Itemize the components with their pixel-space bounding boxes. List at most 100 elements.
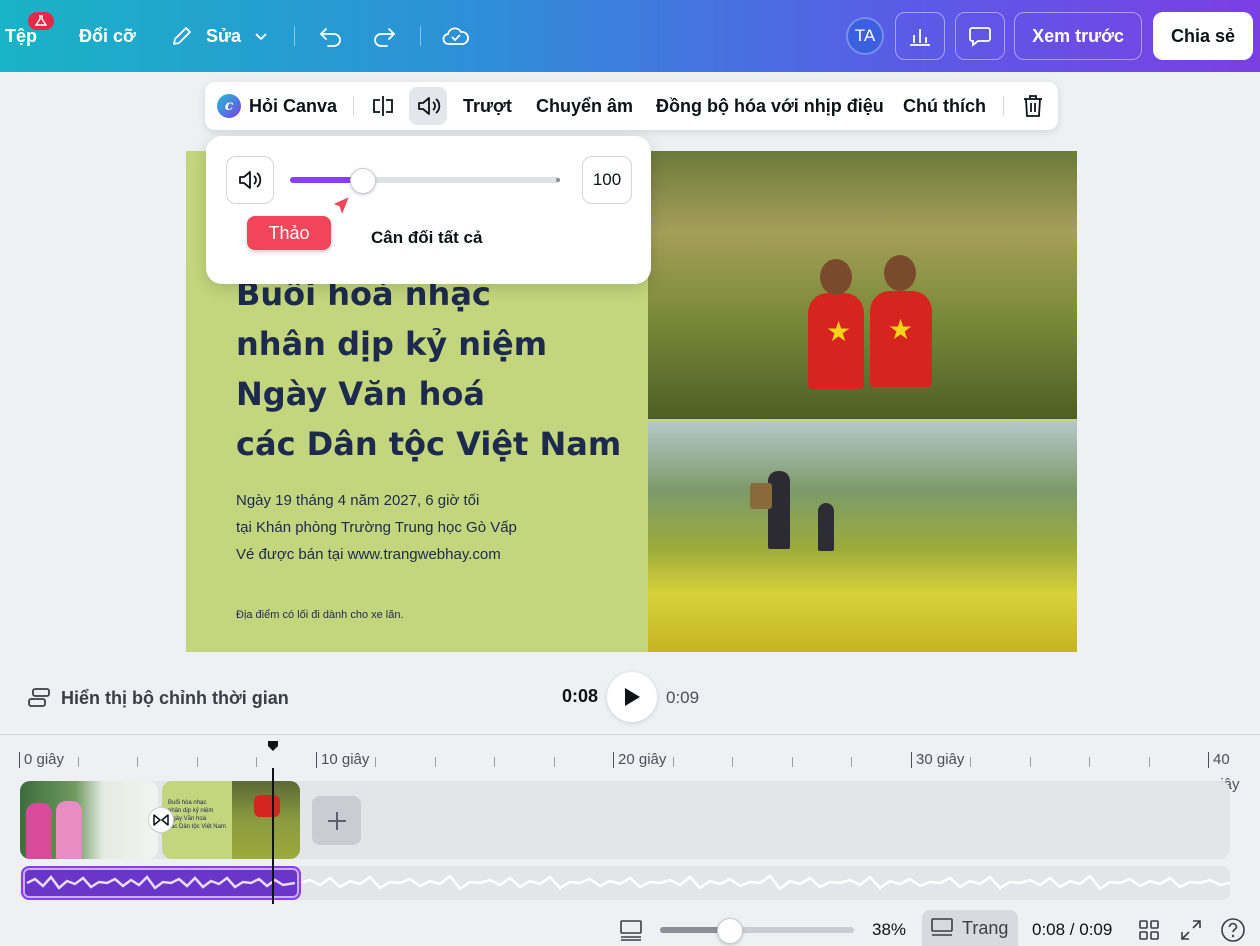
thumbnail-line: các Dân tộc Việt Nam — [168, 824, 226, 830]
video-clip-2[interactable]: Buổi hòa nhạc nhân dịp kỷ niệm Ngày Văn … — [162, 781, 300, 859]
ruler-label: 20 giây — [618, 751, 667, 768]
ruler-tick — [494, 757, 495, 767]
fullscreen-button[interactable] — [1177, 916, 1205, 944]
caption-button[interactable]: Chú thích — [903, 82, 986, 130]
design-title[interactable]: Buổi hoà nhạc nhân dịp kỷ niệm Ngày Văn … — [236, 269, 621, 469]
ask-canva-label: Hỏi Canva — [249, 95, 338, 116]
title-line: Ngày Văn hoá — [236, 375, 485, 413]
ruler-tick — [435, 757, 436, 767]
volume-value-input[interactable]: 100 — [582, 156, 632, 204]
playhead-line[interactable] — [272, 768, 274, 904]
comments-button[interactable] — [955, 12, 1005, 60]
grid-view-button[interactable] — [1135, 916, 1163, 944]
audio-waveform — [300, 874, 1230, 891]
canva-logo-icon: c — [217, 94, 241, 118]
ruler-tick — [197, 757, 198, 767]
woman-figure — [768, 471, 790, 549]
divider — [353, 96, 354, 116]
preview-button[interactable]: Xem trước — [1014, 12, 1142, 60]
person-figure — [56, 801, 82, 859]
redo-icon — [374, 28, 396, 47]
page-view-button[interactable]: Trang — [922, 910, 1018, 946]
ruler-label: 10 giây — [321, 751, 370, 768]
child-head — [884, 255, 916, 291]
delete-button[interactable] — [1022, 82, 1044, 130]
help-button[interactable] — [1219, 916, 1247, 944]
edit-menu[interactable]: Sửa — [170, 0, 269, 72]
add-clip-button[interactable] — [312, 796, 361, 845]
zoom-slider-track[interactable] — [660, 927, 854, 933]
ruler-tick — [613, 752, 614, 768]
split-button[interactable] — [371, 82, 395, 130]
beat-sync-button[interactable]: Đồng bộ hóa với nhịp điệu — [656, 82, 884, 130]
thumbnail-line: Ngày Văn hoá — [168, 816, 207, 822]
show-timing-editor-button[interactable]: Hiển thị bộ chỉnh thời gian — [27, 684, 289, 712]
thumbnail-line: nhân dịp kỷ niệm — [168, 808, 214, 814]
thumbnail-line: Buổi hòa nhạc — [168, 800, 207, 806]
chevron-down-icon — [255, 33, 267, 41]
photo-children-field[interactable]: ★ ★ — [648, 151, 1077, 419]
collaborator-cursor-label: Thảo — [247, 216, 331, 250]
selected-audio-clip[interactable] — [21, 866, 301, 900]
page-icon — [931, 918, 953, 936]
transition-button[interactable] — [148, 807, 174, 833]
balance-all-button[interactable]: Cân đối tất cả — [371, 228, 482, 248]
file-menu[interactable]: Tệp — [5, 0, 37, 72]
comment-icon — [969, 27, 991, 47]
notes-button[interactable] — [617, 916, 645, 944]
basket — [750, 483, 772, 509]
ruler-tick — [78, 757, 79, 767]
expand-icon — [1181, 920, 1201, 940]
undo-icon — [319, 28, 341, 47]
help-icon — [1221, 918, 1245, 942]
ruler-tick — [1208, 752, 1209, 768]
footer-time: 0:08 / 0:09 — [1032, 920, 1113, 939]
ruler-label: 40 — [1213, 751, 1230, 768]
insights-button[interactable] — [895, 12, 945, 60]
ruler-tick — [554, 757, 555, 767]
current-time: 0:08 — [562, 686, 599, 706]
audio-transition-button[interactable]: Chuyển âm — [536, 82, 633, 130]
child-figure — [818, 503, 834, 551]
ruler-tick — [137, 757, 138, 767]
playhead-handle[interactable] — [267, 740, 279, 752]
volume-slider-track[interactable] — [290, 177, 560, 183]
volume-popover: 100 Thảo Cân đối tất cả — [206, 136, 651, 284]
trash-icon — [1024, 95, 1042, 117]
top-bar: Tệp Đổi cỡ Sửa TA Xem trước Chia sẻ — [0, 0, 1260, 72]
ruler-tick — [19, 752, 20, 768]
design-event-info[interactable]: Ngày 19 tháng 4 năm 2027, 6 giờ tối tại … — [236, 487, 517, 568]
mute-toggle-button[interactable] — [226, 156, 274, 204]
ruler-tick — [673, 757, 674, 767]
redo-button[interactable] — [368, 20, 400, 52]
volume-slider-knob[interactable] — [349, 168, 376, 194]
slide-button[interactable]: Trượt — [463, 82, 512, 130]
volume-button[interactable] — [416, 82, 442, 130]
divider — [420, 26, 421, 46]
divider — [1003, 96, 1004, 116]
info-line: tại Khán phòng Trường Trung học Gò Vấp — [236, 519, 517, 536]
speaker-icon — [239, 171, 262, 189]
show-timing-editor-label: Hiển thị bộ chỉnh thời gian — [61, 687, 289, 708]
undo-button[interactable] — [315, 20, 347, 52]
zoom-value[interactable]: 38% — [872, 920, 906, 940]
ask-canva-button[interactable]: c Hỏi Canva — [217, 82, 337, 130]
file-menu-label: Tệp — [5, 25, 38, 46]
zoom-slider-knob[interactable] — [716, 918, 743, 944]
context-toolbar: c Hỏi Canva Trượt Chuyển âm Đồng bộ hóa … — [205, 82, 1058, 130]
resize-button[interactable]: Đổi cỡ — [79, 0, 136, 72]
cloud-save-button[interactable] — [440, 20, 472, 52]
edit-label: Sửa — [206, 25, 242, 46]
ruler-tick — [1030, 757, 1031, 767]
avatar[interactable]: TA — [846, 17, 884, 55]
play-button[interactable] — [607, 672, 657, 722]
plus-icon — [327, 811, 346, 830]
share-button[interactable]: Chia sẻ — [1153, 12, 1253, 60]
ruler-tick — [732, 757, 733, 767]
video-clip-1[interactable] — [20, 781, 158, 859]
notes-icon — [620, 920, 642, 941]
design-footnote[interactable]: Địa điểm có lối đi dành cho xe lăn. — [236, 609, 404, 621]
photo-rice-terrace[interactable] — [648, 421, 1077, 652]
ruler-tick — [256, 757, 257, 767]
divider — [294, 26, 295, 46]
